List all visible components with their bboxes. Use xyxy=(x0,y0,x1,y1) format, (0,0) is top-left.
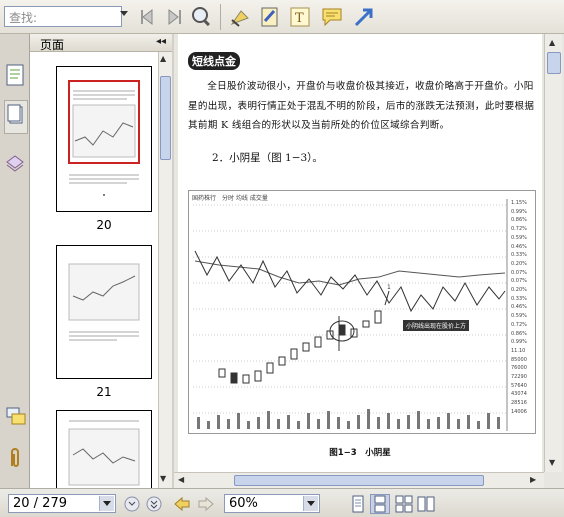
search-dropdown-icon[interactable] xyxy=(120,11,128,16)
status-bar: 20 / 279 60% xyxy=(0,488,564,517)
scroll-left-icon[interactable]: ◀ xyxy=(178,475,184,484)
zoom-select[interactable]: 60% xyxy=(224,494,320,513)
scroll-down-icon[interactable]: ▼ xyxy=(549,458,555,467)
panel-title: 页面 xyxy=(40,38,65,52)
toolbar: 查找: T xyxy=(0,0,564,34)
body-paragraph: 全日股价波动很小，开盘价与收盘价极其接近，收盘价略高于开盘价。小阳星的出现，表明… xyxy=(188,81,535,131)
thumbnail-panel: 页面 ◂◂ 20 21 ▲ ▼ xyxy=(30,34,172,488)
chevron-down-icon[interactable] xyxy=(99,496,114,511)
chart-y-axis-labels: 1.15% 0.99% 0.86% 0.72% 0.59% 0.46% 0.33% 0.2… xyxy=(511,200,527,415)
layers-icon[interactable] xyxy=(5,152,25,175)
back-arrow-icon[interactable] xyxy=(172,494,192,514)
search-input[interactable]: 查找: xyxy=(4,6,122,27)
bookmarks-icon[interactable] xyxy=(4,100,28,134)
page-thumbnail[interactable] xyxy=(56,66,152,212)
chevron-down-icon[interactable] xyxy=(303,496,318,511)
vertical-scrollbar[interactable]: ▲ ▼ xyxy=(544,34,562,472)
next-result-icon[interactable] xyxy=(162,5,186,29)
vertical-scroll-thumb[interactable] xyxy=(547,52,561,74)
horizontal-scrollbar[interactable]: ◀ ▶ xyxy=(174,472,544,488)
thumbnail-scrollbar[interactable]: ▲ ▼ xyxy=(158,52,172,488)
toolbar-separator xyxy=(220,4,221,30)
prev-result-icon[interactable] xyxy=(136,5,160,29)
navigation-icon-strip xyxy=(0,34,30,488)
thumbnail-scroll-thumb[interactable] xyxy=(160,76,171,160)
subheading: 2．小阴星（图 1−3）。 xyxy=(212,152,323,164)
page-number-input[interactable]: 20 / 279 xyxy=(8,494,116,513)
attachments-icon[interactable] xyxy=(7,446,23,473)
page-thumbnail[interactable] xyxy=(56,245,152,379)
document-page: 短线点金 全日股价波动很小，开盘价与收盘价极其接近，收盘价略高于开盘价。小阳星的… xyxy=(178,34,542,472)
comment-icon[interactable] xyxy=(320,5,344,29)
search-icon[interactable] xyxy=(190,5,214,29)
horizontal-scroll-thumb[interactable] xyxy=(234,475,484,486)
forward-arrow-icon[interactable] xyxy=(196,494,216,514)
thumbnail-page-label: 21 xyxy=(96,385,112,399)
chart-annotation: 小阴线出现在股价上方 xyxy=(403,320,470,331)
stock-chart-figure: 国药株行 分时 均线 成交量 1 小阴线出现在股价上方 1.15% 0.99% … xyxy=(188,190,536,434)
page-indicator: 20 / 279 xyxy=(13,496,67,511)
next-page-icon[interactable] xyxy=(144,494,164,514)
highlight-icon[interactable] xyxy=(258,5,282,29)
scroll-up-icon[interactable]: ▲ xyxy=(549,38,555,47)
svg-text:T: T xyxy=(295,11,304,26)
scroll-right-icon[interactable]: ▶ xyxy=(530,475,536,484)
previous-page-icon[interactable] xyxy=(122,494,142,514)
section-tag: 短线点金 xyxy=(188,52,240,70)
comments-panel-icon[interactable] xyxy=(6,406,26,429)
arrow-icon[interactable] xyxy=(352,5,376,29)
zoom-value: 60% xyxy=(229,496,258,511)
typewriter-icon[interactable]: T xyxy=(288,5,312,29)
continuous-view-icon[interactable] xyxy=(370,494,390,514)
thumbnail-page-label: 20 xyxy=(96,218,112,232)
cover-view-icon[interactable] xyxy=(416,494,436,514)
svg-text:1: 1 xyxy=(387,284,391,291)
facing-view-icon[interactable] xyxy=(394,494,414,514)
collapse-panel-button[interactable]: ◂◂ xyxy=(156,36,166,47)
thumbnail-list: 20 21 xyxy=(30,52,158,488)
page-thumbnail[interactable] xyxy=(56,410,152,488)
document-view: 短线点金 全日股价波动很小，开盘价与收盘价极其接近，收盘价略高于开盘价。小阳星的… xyxy=(174,34,564,488)
tools-icon[interactable] xyxy=(228,5,252,29)
pages-icon[interactable] xyxy=(6,64,24,89)
figure-caption: 图1−3 小阴星 xyxy=(329,448,391,458)
single-page-view-icon[interactable] xyxy=(348,494,368,514)
panel-header: 页面 ◂◂ xyxy=(30,34,172,52)
